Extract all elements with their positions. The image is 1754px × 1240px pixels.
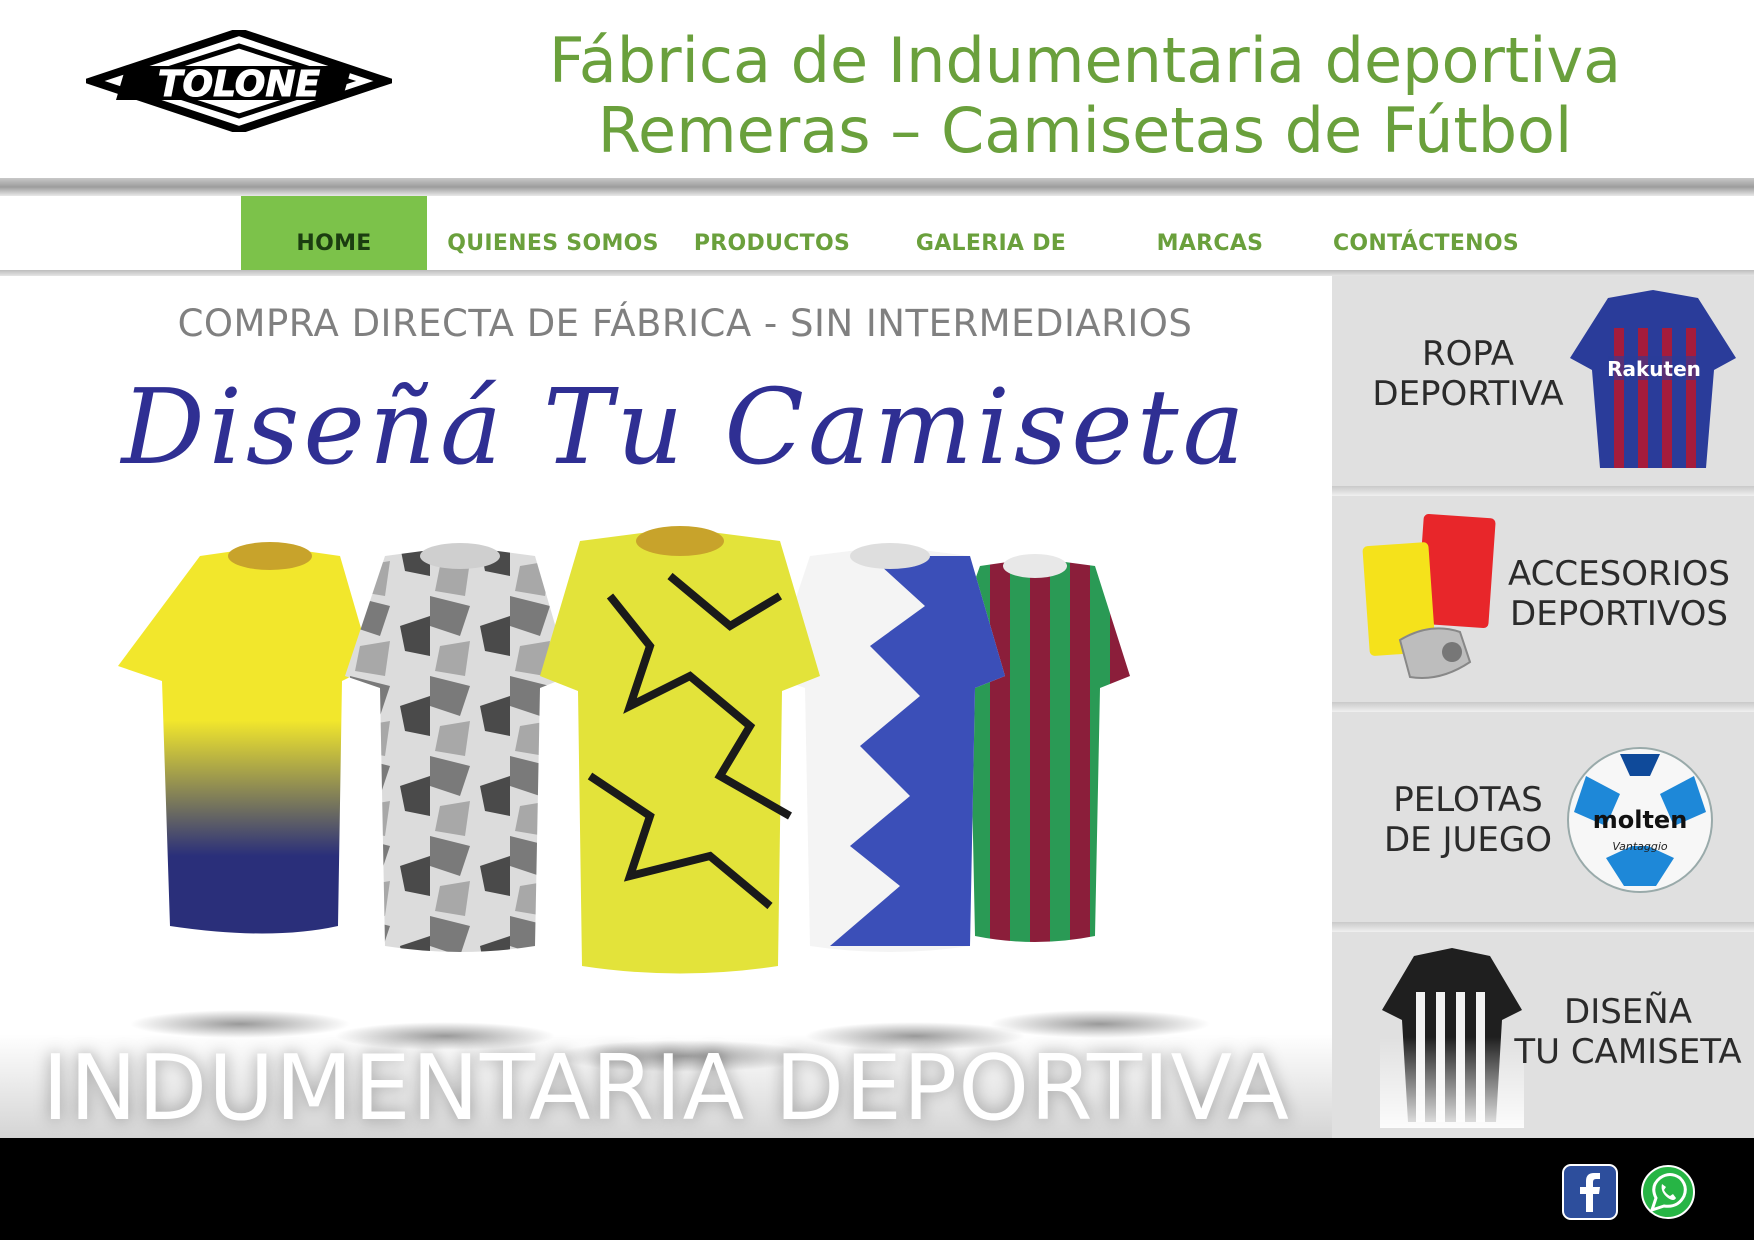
whatsapp-icon[interactable] [1640, 1164, 1696, 1220]
sidebar-divider [1332, 486, 1754, 496]
nav-home[interactable]: HOME [241, 196, 427, 272]
nav-quienes-somos[interactable]: QUIENES SOMOS [446, 196, 660, 272]
hero-script-title: Diseñá Tu Camiseta [121, 366, 1249, 488]
sidebar-divider [1332, 702, 1754, 712]
referee-cards-whistle-icon [1362, 513, 1496, 679]
soccer-ball-icon: molten Vantaggio [1567, 747, 1713, 893]
hero-big-text: INDUMENTARIA DEPORTIVA [42, 1036, 1290, 1138]
sidebar-item-label: ROPA DEPORTIVA [1358, 334, 1578, 414]
sidebar-item-label: ACCESORIOS DEPORTIVOS [1494, 554, 1744, 634]
striped-jersey-icon [1380, 946, 1524, 1128]
site-title-line2: Remeras – Camisetas de Fútbol [597, 94, 1573, 167]
facebook-icon[interactable] [1562, 1164, 1618, 1220]
sidebar-item-label: DISEÑA TU CAMISETA [1512, 992, 1744, 1072]
hero-tagline: COMPRA DIRECTA DE FÁBRICA - SIN INTERMED… [177, 302, 1193, 345]
nav-productos[interactable]: PRODUCTOS [692, 196, 852, 272]
logo-text: TOLONE [158, 64, 321, 105]
header: TOLONE Fábrica de Indumentaria deportiva… [0, 0, 1754, 178]
nav-galeria-de-fotos[interactable]: GALERIA DE FOTOS [876, 196, 1106, 352]
sidebar-label-line1: PELOTAS [1393, 780, 1543, 820]
header-divider [0, 178, 1754, 196]
sidebar-label-line1: DISEÑA [1564, 992, 1692, 1032]
site-title: Fábrica de Indumentaria deportiva Remera… [440, 26, 1730, 166]
main-nav: HOME QUIENES SOMOS PRODUCTOS GALERIA DE … [0, 196, 1754, 352]
ball-brand: molten [1593, 806, 1688, 834]
footer [0, 1138, 1754, 1240]
site-title-line1: Fábrica de Indumentaria deportiva [548, 24, 1622, 97]
sidebar-label-line1: ROPA [1422, 334, 1514, 374]
sidebar-item-accesorios-deportivos[interactable]: ACCESORIOS DEPORTIVOS [1332, 496, 1754, 702]
ball-model: Vantaggio [1612, 840, 1668, 853]
sidebar-item-pelotas-de-juego[interactable]: PELOTAS DE JUEGO molten Vantaggio [1332, 712, 1754, 922]
sidebar-label-line2: DE JUEGO [1384, 820, 1552, 860]
nav-contactenos[interactable]: CONTÁCTENOS [1326, 196, 1526, 272]
sidebar-item-disena-tu-camiseta[interactable]: DISEÑA TU CAMISETA [1332, 932, 1754, 1138]
nav-marcas[interactable]: MARCAS [1140, 196, 1280, 272]
sidebar-item-label: PELOTAS DE JUEGO [1358, 780, 1578, 860]
jersey-sponsor: Rakuten [1607, 357, 1701, 381]
sidebar-label-line2: DEPORTIVOS [1510, 594, 1728, 634]
soccer-jersey-icon: Rakuten [1570, 290, 1736, 468]
sidebar-divider [1332, 922, 1754, 932]
tolone-logo[interactable]: TOLONE [86, 30, 392, 132]
hero-banner: COMPRA DIRECTA DE FÁBRICA - SIN INTERMED… [0, 276, 1332, 1138]
sidebar-label-line2: TU CAMISETA [1514, 1032, 1742, 1072]
sidebar-label-line2: DEPORTIVA [1372, 374, 1564, 414]
jerseys-illustration [118, 526, 1210, 1072]
sidebar-label-line1: ACCESORIOS [1508, 554, 1730, 594]
sidebar-item-ropa-deportiva[interactable]: ROPA DEPORTIVA Rakuten [1332, 276, 1754, 486]
